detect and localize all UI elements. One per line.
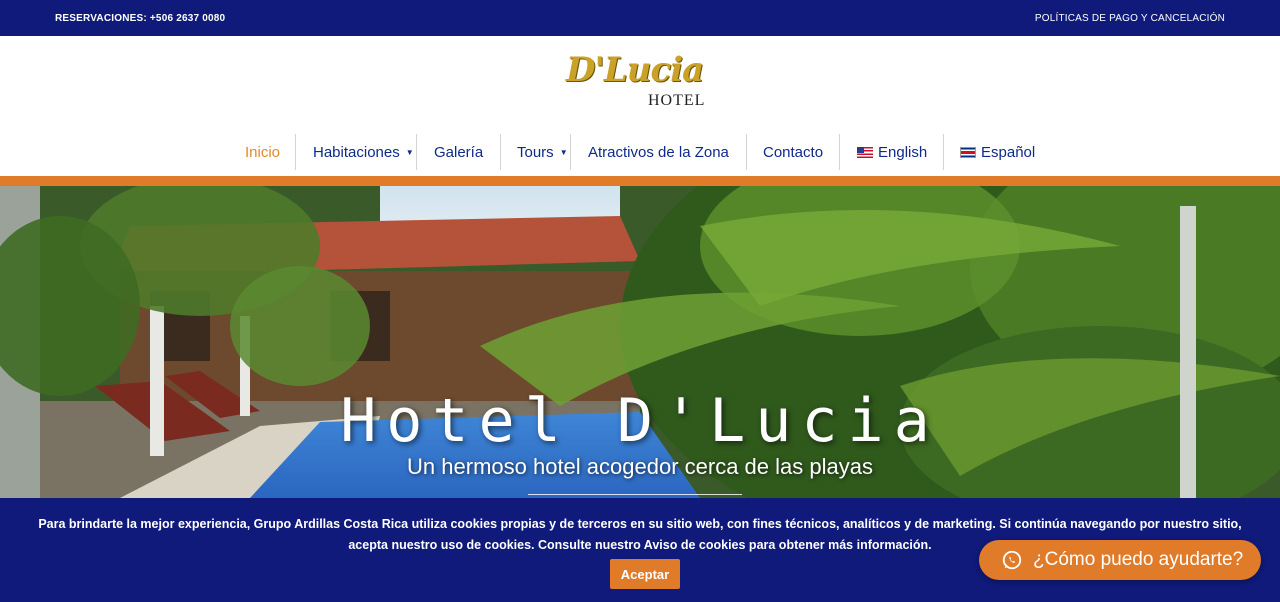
costa-rica-flag-icon [960, 146, 976, 158]
nav-divider [295, 134, 296, 170]
whatsapp-chat-button[interactable]: ¿Cómo puedo ayudarte? [979, 540, 1261, 580]
logo-script-text: D'Lucia [566, 50, 704, 90]
caret-down-icon: ▼ [405, 147, 414, 157]
nav-divider [416, 134, 417, 170]
nav-item-contacto[interactable]: Contacto [763, 132, 823, 172]
hero-title: Hotel D'Lucia [340, 386, 940, 456]
policies-link[interactable]: POLÍTICAS DE PAGO Y CANCELACIÓN [1035, 13, 1225, 24]
nav-divider [839, 134, 840, 170]
whatsapp-icon [1002, 550, 1022, 570]
top-bar: RESERVACIONES: +506 2637 0080 POLÍTICAS … [0, 0, 1280, 36]
hero-subtitle: Un hermoso hotel acogedor cerca de las p… [407, 454, 873, 479]
hero-underline [528, 494, 742, 495]
nav-item-english[interactable]: English [857, 132, 927, 172]
nav-divider [500, 134, 501, 170]
nav-item-galeria[interactable]: Galería [434, 132, 483, 172]
reservations-label: RESERVACIONES: [55, 13, 147, 24]
nav-item-label: Inicio [245, 143, 281, 161]
nav-item-label: Galería [434, 143, 484, 161]
reservations-phone-link[interactable]: +506 2637 0080 [150, 13, 225, 24]
main-nav: Inicio Habitaciones ▼ Galería Tours ▼ At… [0, 132, 1280, 172]
nav-item-label: Contacto [763, 143, 824, 161]
caret-down-icon: ▼ [559, 147, 568, 157]
nav-item-atractivos[interactable]: Atractivos de la Zona [588, 132, 729, 172]
us-flag-icon [857, 146, 873, 158]
whatsapp-chat-label: ¿Cómo puedo ayudarte? [1033, 549, 1244, 570]
cookie-text-line: Para brindarte la mejor experiencia, Gru… [38, 517, 1242, 531]
nav-item-label: Habitaciones [313, 143, 400, 161]
nav-item-label: Atractivos de la Zona [588, 143, 729, 161]
nav-item-espanol[interactable]: Español [960, 132, 1035, 172]
reservations-info: RESERVACIONES: +506 2637 0080 [55, 13, 225, 24]
nav-item-label: English [878, 143, 928, 161]
hero-banner: Hotel D'Lucia Un hermoso hotel acogedor … [0, 186, 1280, 498]
nav-item-label: Español [981, 143, 1036, 161]
nav-divider [570, 134, 571, 170]
nav-item-habitaciones[interactable]: Habitaciones ▼ [313, 132, 414, 172]
accent-divider [0, 176, 1280, 186]
site-header: D'Lucia HOTEL Inicio Habitaciones ▼ Gale… [0, 36, 1280, 176]
nav-item-inicio[interactable]: Inicio [245, 132, 280, 172]
nav-divider [943, 134, 944, 170]
nav-divider [746, 134, 747, 170]
hotel-logo[interactable]: D'Lucia HOTEL [560, 50, 720, 114]
logo-hotel-text: HOTEL [648, 92, 706, 109]
nav-item-tours[interactable]: Tours ▼ [517, 132, 568, 172]
accept-cookies-button[interactable]: Aceptar [610, 559, 680, 589]
nav-item-label: Tours [517, 143, 554, 161]
